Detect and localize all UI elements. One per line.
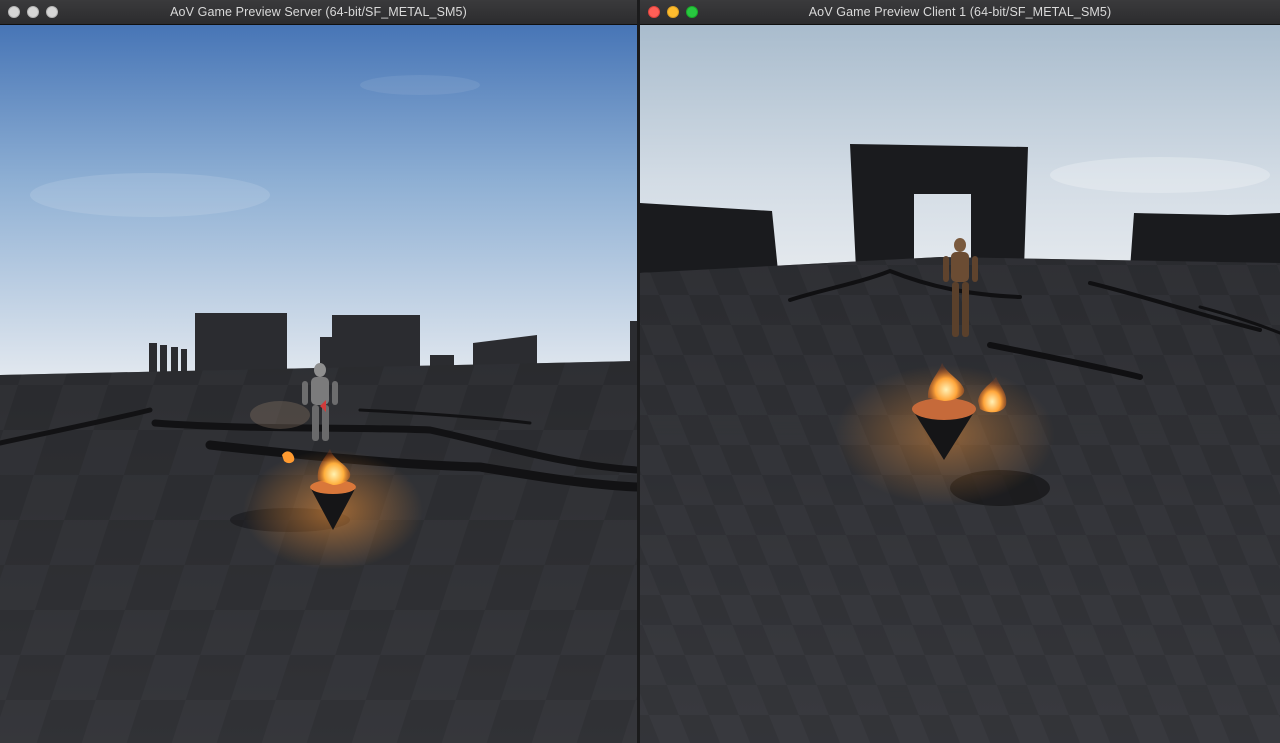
- client-window: AoV Game Preview Client 1 (64-bit/SF_MET…: [640, 0, 1280, 743]
- client-titlebar[interactable]: AoV Game Preview Client 1 (64-bit/SF_MET…: [640, 0, 1280, 25]
- client-game-viewport[interactable]: [640, 25, 1280, 743]
- desktop: AoV Game Preview Server (64-bit/SF_METAL…: [0, 0, 1280, 743]
- server-game-viewport[interactable]: [0, 25, 637, 743]
- server-titlebar[interactable]: AoV Game Preview Server (64-bit/SF_METAL…: [0, 0, 637, 25]
- client-window-title: AoV Game Preview Client 1 (64-bit/SF_MET…: [808, 5, 1112, 19]
- server-window-title: AoV Game Preview Server (64-bit/SF_METAL…: [170, 5, 467, 19]
- client-scene: [640, 25, 1280, 743]
- server-scene: [0, 25, 637, 743]
- server-window: AoV Game Preview Server (64-bit/SF_METAL…: [0, 0, 637, 743]
